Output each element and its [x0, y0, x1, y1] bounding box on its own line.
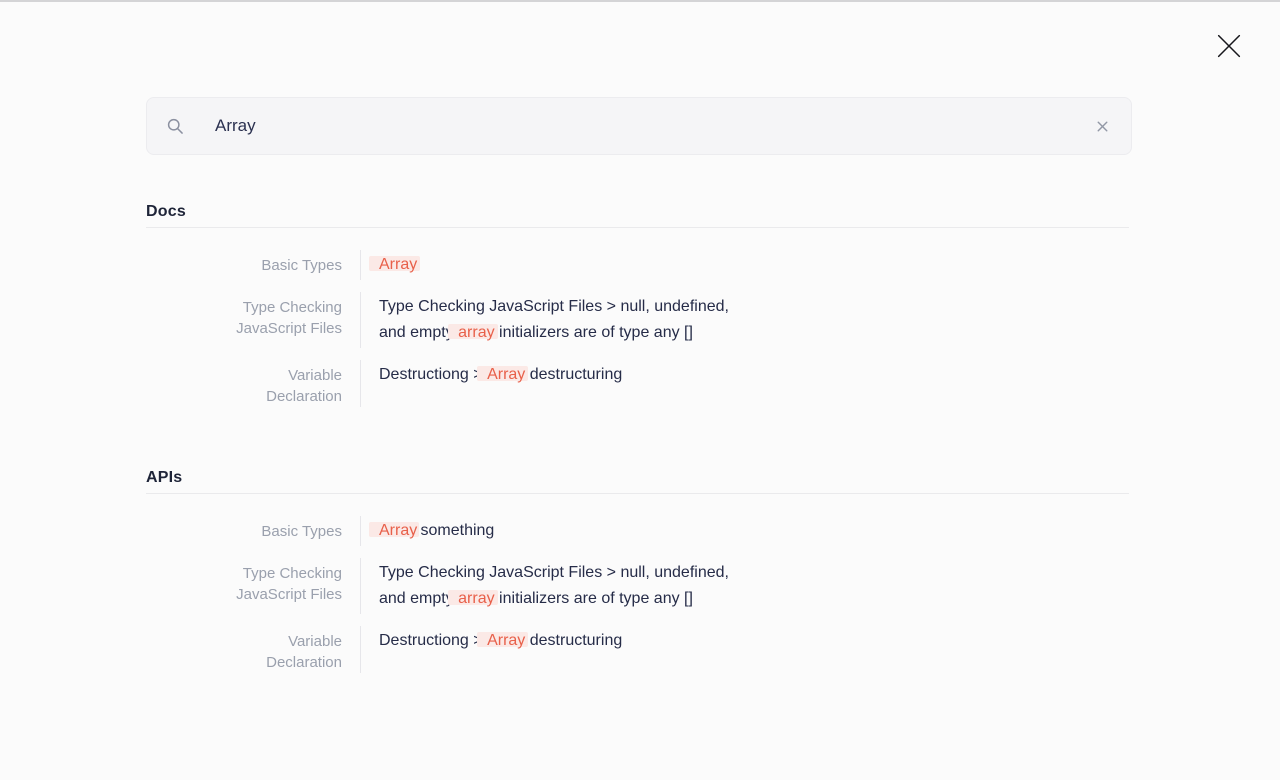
- result-row[interactable]: Type Checking JavaScript Files Type Chec…: [146, 558, 1132, 614]
- result-row[interactable]: Basic Types Array: [146, 250, 1132, 280]
- section-title: APIs: [146, 469, 1132, 487]
- result-label: Basic Types: [146, 516, 360, 546]
- section-rows: Basic Types Array.something Type Checkin…: [146, 516, 1132, 673]
- highlighted-term: Array: [487, 632, 525, 649]
- result-text: Array.something: [360, 516, 494, 546]
- highlighted-term: array: [458, 590, 494, 607]
- result-text-part: initializers are of type any []: [495, 590, 693, 607]
- results: Docs Basic Types Array Type Checking Jav…: [146, 203, 1132, 673]
- result-text: Type Checking JavaScript Files > null, u…: [360, 558, 729, 614]
- search-input[interactable]: [215, 116, 1092, 136]
- highlighted-term: Array: [379, 256, 417, 273]
- result-text: Type Checking JavaScript Files > null, u…: [360, 292, 729, 348]
- result-text-part: initializers are of type any []: [495, 324, 693, 341]
- result-text-part: Destructiong >: [379, 632, 487, 649]
- section-rows: Basic Types Array Type Checking JavaScri…: [146, 250, 1132, 407]
- result-row[interactable]: Variable Declaration Destructiong > Arra…: [146, 626, 1132, 673]
- highlighted-term: array: [458, 324, 494, 341]
- search-overlay: { "colors": { "accent_red": "#e8604a", "…: [0, 0, 1280, 780]
- result-label: Basic Types: [146, 250, 360, 280]
- section-divider: [146, 227, 1129, 228]
- result-text-part: Destructiong >: [379, 366, 487, 383]
- result-text-part: destructuring: [525, 632, 622, 649]
- result-label: Variable Declaration: [146, 360, 360, 407]
- results-section: APIs Basic Types Array.something Type Ch…: [146, 469, 1132, 673]
- section-title: Docs: [146, 203, 1132, 221]
- clear-search-button[interactable]: [1092, 116, 1113, 137]
- result-row[interactable]: Variable Declaration Destructiong > Arra…: [146, 360, 1132, 407]
- result-text: Destructiong > Array destructuring: [360, 360, 622, 407]
- close-x-icon: [1213, 30, 1245, 62]
- result-row[interactable]: Type Checking JavaScript Files Type Chec…: [146, 292, 1132, 348]
- magnifier-icon: [163, 116, 185, 136]
- result-label: Variable Declaration: [146, 626, 360, 673]
- highlighted-term: Array: [379, 522, 416, 539]
- result-label: Type Checking JavaScript Files: [146, 292, 360, 348]
- result-row[interactable]: Basic Types Array.something: [146, 516, 1132, 546]
- result-label: Type Checking JavaScript Files: [146, 558, 360, 614]
- results-section: Docs Basic Types Array Type Checking Jav…: [146, 203, 1132, 407]
- close-overlay-button[interactable]: [1211, 28, 1247, 64]
- search-modal: Docs Basic Types Array Type Checking Jav…: [146, 97, 1132, 673]
- search-box: [146, 97, 1132, 155]
- highlighted-term: Array: [487, 366, 525, 383]
- x-icon: [1094, 118, 1111, 135]
- result-text-part: .something: [416, 522, 494, 539]
- result-text: Destructiong > Array destructuring: [360, 626, 622, 673]
- result-text-part: destructuring: [525, 366, 622, 383]
- section-divider: [146, 493, 1129, 494]
- result-text: Array: [360, 250, 417, 280]
